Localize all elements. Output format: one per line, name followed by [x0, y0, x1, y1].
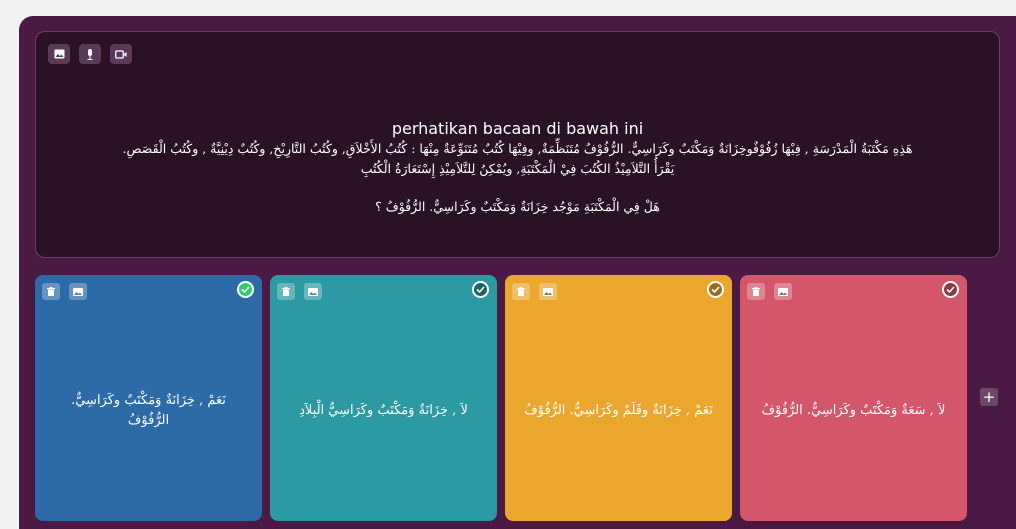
- passage-line-1: هَذِهِ مَكْتَبَةُ الْمَدْرَسَةِ , فِيْهَ…: [122, 141, 913, 156]
- passage-line-2: يَقْرَأُ التَّلاَمِيْذُ الكُتُبَ فِيْ ال…: [360, 161, 675, 176]
- answer-card-1[interactable]: نَعَمْ , خِزَانَةٌ وَمَكْتَبٌ وكَرَاسِيٌ…: [35, 275, 262, 521]
- trash-icon[interactable]: [277, 283, 295, 300]
- trash-icon[interactable]: [512, 283, 530, 300]
- card-toolbar: [512, 283, 557, 300]
- question-prompt: هَلْ فِي الْمَكْتَبَةِ مَوْجُد خِزَانَةٌ…: [375, 199, 660, 214]
- card-toolbar: [747, 283, 792, 300]
- answer-card-3[interactable]: نَعَمْ , خِزَانَةٌ وقَلَمٌ وكَرَاسِيٌّ. …: [505, 275, 732, 521]
- add-answer-button[interactable]: +: [980, 388, 998, 406]
- image-icon[interactable]: [48, 44, 70, 64]
- answer-text[interactable]: نَعَمْ , خِزَانَةٌ وقَلَمٌ وكَرَاسِيٌّ. …: [519, 371, 718, 451]
- answer-text[interactable]: لاَ , سَعَةٌ وَمَكْتَبٌ وكَرَاسِيٌّ. الر…: [754, 371, 953, 451]
- correct-answer-toggle[interactable]: [472, 281, 489, 298]
- trash-icon[interactable]: [747, 283, 765, 300]
- answer-text[interactable]: نَعَمْ , خِزَانَةٌ وَمَكْتَبٌ وكَرَاسِيٌ…: [49, 371, 248, 451]
- video-icon[interactable]: [110, 44, 132, 64]
- card-toolbar: [42, 283, 87, 300]
- question-editor: perhatikan bacaan di bawah ini هَذِهِ مَ…: [19, 16, 1016, 529]
- image-icon[interactable]: [539, 283, 557, 300]
- correct-answer-toggle[interactable]: [707, 281, 724, 298]
- image-icon[interactable]: [69, 283, 87, 300]
- answer-card-4[interactable]: لاَ , سَعَةٌ وَمَكْتَبٌ وكَرَاسِيٌّ. الر…: [740, 275, 967, 521]
- correct-answer-toggle[interactable]: [942, 281, 959, 298]
- passage-spacer: [36, 179, 999, 197]
- microphone-icon[interactable]: [79, 44, 101, 64]
- answer-text[interactable]: لاَ , خِزَانَةٌ وَمَكْتَبٌ وكَرَاسِيٌّ ا…: [284, 371, 483, 451]
- correct-answer-toggle[interactable]: [237, 281, 254, 298]
- image-icon[interactable]: [774, 283, 792, 300]
- media-toolbar: [48, 44, 132, 64]
- trash-icon[interactable]: [42, 283, 60, 300]
- image-icon[interactable]: [304, 283, 322, 300]
- card-toolbar: [277, 283, 322, 300]
- question-text: perhatikan bacaan di bawah ini هَذِهِ مَ…: [36, 118, 999, 217]
- question-title: perhatikan bacaan di bawah ini: [391, 119, 644, 138]
- answer-card-2[interactable]: لاَ , خِزَانَةٌ وَمَكْتَبٌ وكَرَاسِيٌّ ا…: [270, 275, 497, 521]
- question-box[interactable]: perhatikan bacaan di bawah ini هَذِهِ مَ…: [35, 31, 1000, 258]
